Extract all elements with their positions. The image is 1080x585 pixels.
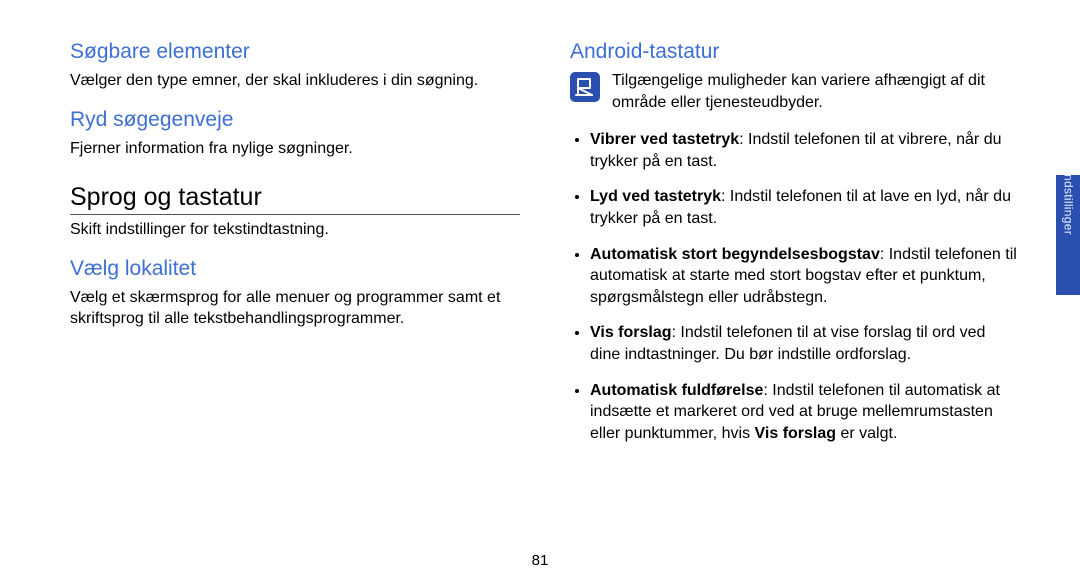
android-bullet-list: Vibrer ved tastetryk: Indstil telefonen …	[570, 129, 1020, 444]
page-number: 81	[0, 552, 1080, 569]
note-text: Tilgængelige muligheder kan variere afhæ…	[612, 70, 1020, 113]
bullet-rest-post: er valgt.	[836, 425, 897, 442]
bullet-bold: Lyd ved tastetryk	[590, 188, 721, 205]
bullet-bold: Vis forslag	[590, 324, 672, 341]
bullet-bold: Automatisk stort begyndelsesbogstav	[590, 246, 880, 263]
bullet-bold: Vibrer ved tastetryk	[590, 131, 739, 148]
heading-sogbare-elementer: Søgbare elementer	[70, 40, 520, 64]
bullet-bold: Automatisk fuldførelse	[590, 382, 763, 399]
bullet-rest-bold: Vis forslag	[755, 425, 837, 442]
heading-sprog-og-tastatur: Sprog og tastatur	[70, 183, 520, 215]
body-vaelg-lokalitet: Vælg et skærmsprog for alle menuer og pr…	[70, 287, 520, 330]
side-tab-label: Indstillinger	[1062, 170, 1076, 235]
note-icon	[570, 72, 600, 102]
bullet-item: Vibrer ved tastetryk: Indstil telefonen …	[590, 129, 1020, 172]
heading-vaelg-lokalitet: Vælg lokalitet	[70, 257, 520, 281]
right-column: Android-tastatur Tilgængelige muligheder…	[570, 40, 1020, 565]
bullet-item: Vis forslag: Indstil telefonen til at vi…	[590, 322, 1020, 365]
bullet-item: Automatisk stort begyndelsesbogstav: Ind…	[590, 244, 1020, 309]
bullet-item: Lyd ved tastetryk: Indstil telefonen til…	[590, 186, 1020, 229]
document-page: Søgbare elementer Vælger den type emner,…	[0, 0, 1080, 585]
heading-ryd-sogegenveje: Ryd søgegenveje	[70, 108, 520, 132]
bullet-item: Automatisk fuldførelse: Indstil telefone…	[590, 380, 1020, 445]
left-column: Søgbare elementer Vælger den type emner,…	[70, 40, 520, 565]
body-sprog-og-tastatur: Skift indstillinger for tekstindtastning…	[70, 219, 520, 241]
heading-android-tastatur: Android-tastatur	[570, 40, 1020, 64]
body-sogbare-elementer: Vælger den type emner, der skal inkluder…	[70, 70, 520, 92]
body-ryd-sogegenveje: Fjerner information fra nylige søgninger…	[70, 138, 520, 160]
note-row: Tilgængelige muligheder kan variere afhæ…	[570, 70, 1020, 113]
